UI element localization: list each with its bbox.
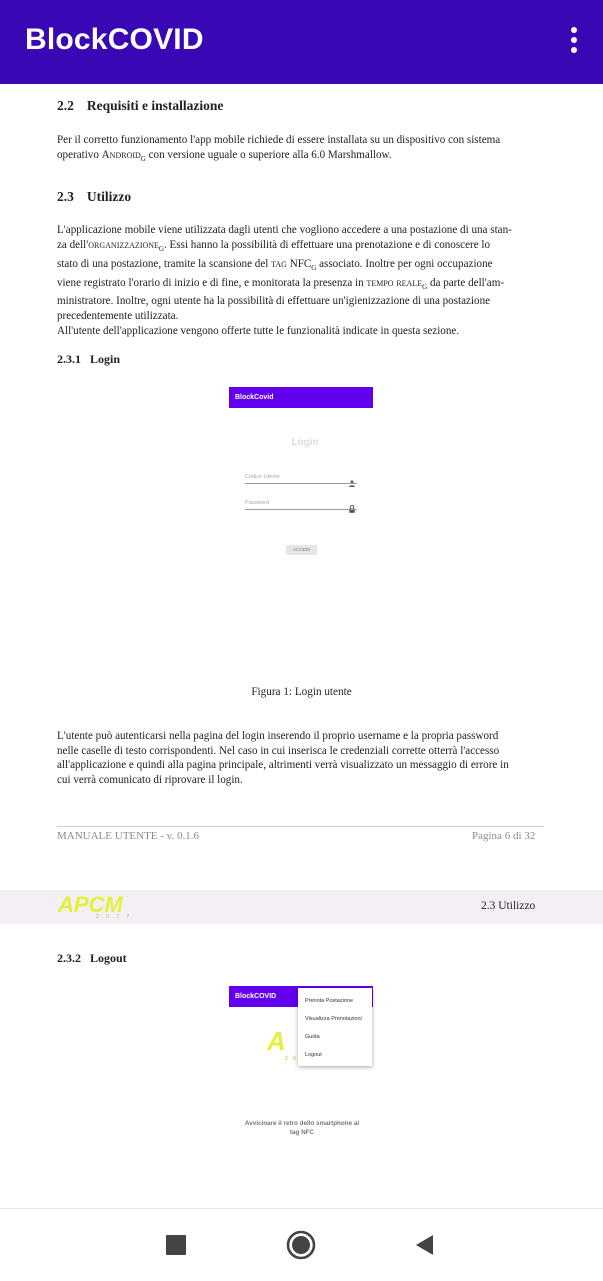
pdf-viewer[interactable]: 2.2 Requisiti e installazione Per il corr…: [0, 84, 603, 1208]
menu-item-prenota: Prenota Postazione: [305, 998, 354, 1004]
overflow-menu-icon[interactable]: [567, 27, 581, 57]
figure-user-field: Codice Utente: [245, 474, 280, 480]
footer-version: MANUALE UTENTE - v. 0.1.6: [57, 830, 199, 842]
user-icon: [349, 474, 355, 487]
lock-icon: [349, 500, 355, 513]
paragraph-usage: L'applicazione mobile viene utilizzata d…: [57, 224, 512, 337]
figure-login-screenshot: BlockCovid Login Codice Utente Password …: [229, 387, 373, 687]
footer-rule: [57, 826, 544, 827]
figure-nfc-hint: Avvicinare il retro dello smartphone al …: [244, 1120, 360, 1136]
home-icon[interactable]: [286, 1230, 316, 1260]
figure-caption: Figura 1: Login utente: [251, 686, 352, 698]
page-header: APCM 2 0 7 7 2.3 Utilizzo: [0, 890, 603, 924]
apcm-logo: APCM 2 0 7 7: [56, 892, 166, 921]
system-nav-bar: [0, 1208, 603, 1281]
section-heading-2-2: 2.2 Requisiti e installazione: [57, 98, 224, 113]
menu-item-visualizza: Visualizza Prenotazioni: [305, 1016, 362, 1022]
figure-app-bar: BlockCovid: [229, 387, 373, 408]
paragraph-login: L'utente può autenticarsi nella pagina d…: [57, 730, 509, 787]
svg-text:A: A: [267, 1026, 286, 1056]
logo-subtext: 2 0 7 7: [96, 914, 132, 920]
svg-text:2 0: 2 0: [285, 1056, 298, 1062]
app-title: BlockCOVID: [25, 23, 204, 56]
back-icon[interactable]: [414, 1234, 436, 1256]
figure-overflow-menu: Prenota Postazione Visualizza Prenotazio…: [298, 988, 372, 1066]
figure-login-title: Login: [291, 437, 319, 448]
app-bar: BlockCOVID: [0, 0, 603, 84]
section-heading-2-3: 2.3 Utilizzo: [57, 189, 132, 204]
figure-password-field: Password: [245, 500, 270, 506]
section-heading-2-3-2: 2.3.2 Logout: [57, 951, 127, 965]
figure-login-button: ACCEDI: [286, 545, 317, 555]
header-section: 2.3 Utilizzo: [481, 900, 536, 912]
paragraph-requirements: Per il corretto funzionamento l'app mobi…: [57, 134, 501, 163]
recent-apps-icon[interactable]: [166, 1235, 186, 1255]
section-heading-2-3-1: 2.3.1 Login: [57, 352, 121, 366]
menu-item-logout: Logout: [305, 1052, 322, 1058]
menu-item-guida: Guida: [305, 1034, 320, 1040]
footer-page-number: Pagina 6 di 32: [472, 830, 536, 842]
